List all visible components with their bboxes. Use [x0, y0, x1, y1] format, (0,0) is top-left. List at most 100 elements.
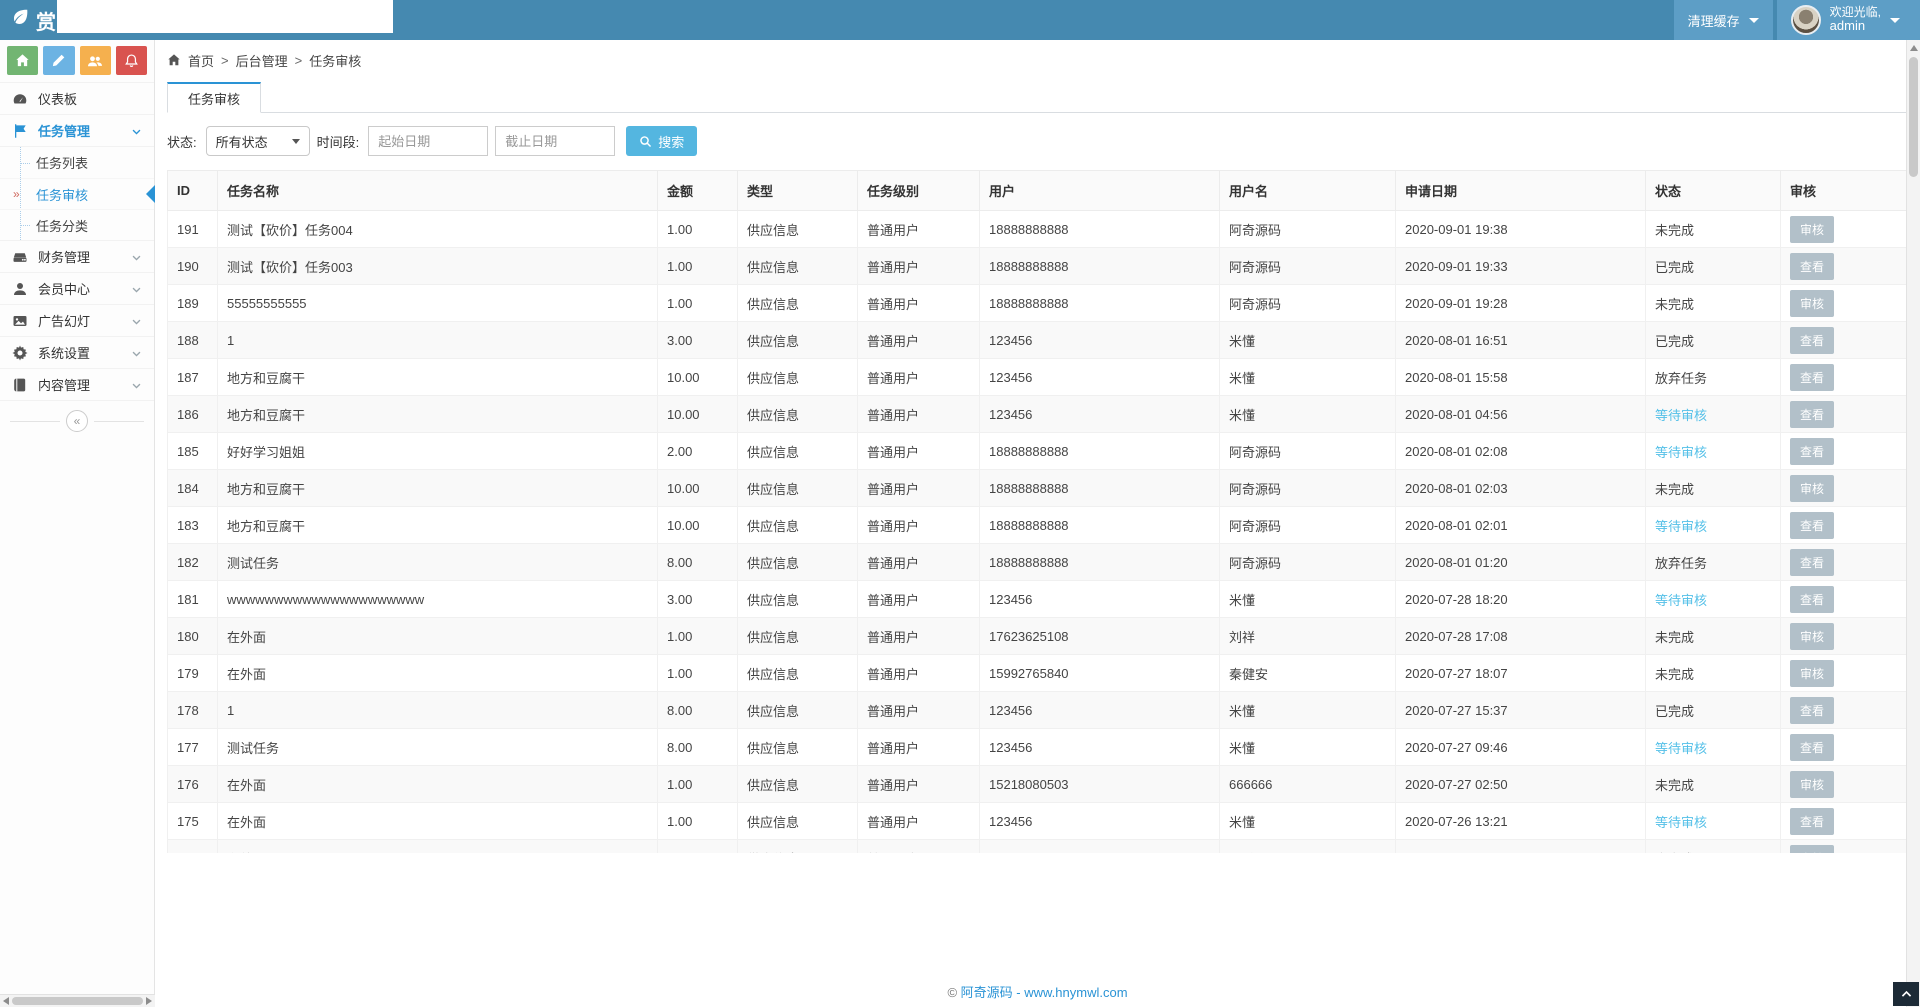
review-action-button[interactable]: 审核: [1790, 622, 1835, 650]
cell-task-name: wwwwwwwwwwwwwwwwwwwww: [217, 580, 658, 618]
table-row: 176 在外面 1.00 供应信息 普通用户 15218080503 66666…: [167, 765, 1908, 803]
avatar: [1790, 5, 1821, 35]
sidebar-item-dashboard[interactable]: 仪表板: [0, 82, 154, 114]
sidebar-item-task-list[interactable]: 任务列表: [0, 147, 154, 178]
home-shortcut-button[interactable]: [7, 46, 39, 75]
breadcrumb-home[interactable]: 首页: [188, 51, 214, 70]
topbar-search-input[interactable]: [57, 0, 393, 33]
cell-username: 米懂: [1219, 321, 1396, 359]
search-button[interactable]: 搜索: [626, 126, 698, 156]
cell-user: 15218080503: [979, 765, 1220, 803]
review-action-button[interactable]: 查看: [1790, 548, 1835, 576]
users-shortcut-button[interactable]: [79, 46, 111, 75]
cell-apply-date: 2020-07-26 13:21: [1395, 802, 1646, 840]
cell-id: 176: [167, 765, 218, 803]
cell-status: 等待审核: [1645, 802, 1781, 840]
scroll-left-arrow-icon[interactable]: [3, 997, 9, 1005]
cell-review: 审核: [1780, 284, 1908, 322]
sidebar-item-content[interactable]: 内容管理: [0, 368, 154, 400]
cell-id: 182: [167, 543, 218, 581]
table-row: 187 地方和豆腐干 10.00 供应信息 普通用户 123456 米懂 202…: [167, 358, 1908, 396]
book-icon: [12, 377, 28, 393]
cell-review: 审核: [1780, 765, 1908, 803]
start-date-input[interactable]: [368, 126, 489, 156]
scroll-right-arrow-icon[interactable]: [146, 997, 152, 1005]
status-select[interactable]: 所有状态: [205, 126, 310, 156]
topbar-right: 清理缓存 欢迎光临, admin: [1673, 0, 1920, 40]
cell-amount: 1.00: [657, 284, 738, 322]
cell-username: 秦健安: [1219, 654, 1396, 692]
notifications-shortcut-button[interactable]: [115, 46, 147, 75]
cell-type: 供应信息: [737, 321, 858, 359]
cell-apply-date: 2020-09-01 19:38: [1395, 210, 1646, 248]
footer-link[interactable]: 阿奇源码 - www.hnymwl.com: [961, 985, 1128, 1000]
cell-review: 审核: [1780, 469, 1908, 507]
edit-shortcut-button[interactable]: [43, 46, 75, 75]
review-action-button[interactable]: 审核: [1790, 659, 1835, 687]
review-action-button[interactable]: 查看: [1790, 733, 1835, 761]
review-action-button[interactable]: 查看: [1790, 326, 1835, 354]
chevron-down-icon: [131, 283, 142, 294]
review-action-button[interactable]: 查看: [1790, 807, 1835, 835]
cell-task-name: 测试任务: [217, 728, 658, 766]
cell-id: 190: [167, 247, 218, 285]
cell-username: 阿奇源码: [1219, 469, 1396, 507]
review-action-button[interactable]: 查看: [1790, 585, 1835, 613]
vertical-scrollbar[interactable]: [1906, 40, 1920, 1007]
chevron-down-icon: [131, 315, 142, 326]
breadcrumb-admin[interactable]: 后台管理: [236, 51, 288, 70]
review-action-button[interactable]: 查看: [1790, 696, 1835, 724]
sidebar-item-task-review[interactable]: » 任务审核: [0, 178, 155, 209]
sidebar-item-label: 广告幻灯: [38, 314, 91, 329]
cell-amount: 1.00: [657, 210, 738, 248]
horizontal-scrollbar[interactable]: [0, 994, 155, 1007]
review-action-button[interactable]: 审核: [1790, 215, 1835, 243]
scroll-up-arrow-icon[interactable]: [1910, 45, 1918, 51]
breadcrumb: 首页 > 后台管理 > 任务审核: [167, 40, 1908, 80]
sidebar-item-settings[interactable]: 系统设置: [0, 336, 154, 368]
sidebar-item-task-category[interactable]: 任务分类: [0, 209, 154, 240]
user-icon: [12, 281, 28, 297]
cell-level: 普通用户: [857, 395, 980, 433]
review-action-button[interactable]: 查看: [1790, 511, 1835, 539]
cell-amount: 2.00: [657, 432, 738, 470]
cell-status: 未完成: [1645, 210, 1781, 248]
review-action-button[interactable]: 审核: [1790, 474, 1835, 502]
cell-type: 供应信息: [737, 210, 858, 248]
table-row: 190 测试【砍价】任务003 1.00 供应信息 普通用户 188888888…: [167, 247, 1908, 285]
cell-review: 审核: [1780, 839, 1908, 853]
review-action-button[interactable]: 查看: [1790, 363, 1835, 391]
gauge-icon: [12, 91, 28, 107]
user-menu[interactable]: 欢迎光临, admin: [1776, 0, 1920, 40]
table-row: 177 测试任务 8.00 供应信息 普通用户 123456 米懂 2020-0…: [167, 728, 1908, 766]
back-to-top-button[interactable]: [1893, 982, 1919, 1006]
cell-amount: 10.00: [657, 506, 738, 544]
horizontal-scrollbar-thumb[interactable]: [12, 997, 143, 1005]
cell-apply-date: 2020-08-01 16:51: [1395, 321, 1646, 359]
chevron-down-icon: [131, 347, 142, 358]
main-content: 首页 > 后台管理 > 任务审核 任务审核 状态: 所有状态 时间段: 搜索: [155, 40, 1920, 1007]
end-date-input[interactable]: [495, 126, 616, 156]
sidebar-item-ads[interactable]: 广告幻灯: [0, 304, 154, 336]
vertical-scrollbar-thumb[interactable]: [1909, 57, 1918, 177]
cell-review: 查看: [1780, 247, 1908, 285]
review-action-button[interactable]: 查看: [1790, 252, 1835, 280]
status-filter-label: 状态:: [167, 134, 197, 150]
review-action-button[interactable]: 查看: [1790, 400, 1835, 428]
sidebar-item-members[interactable]: 会员中心: [0, 272, 154, 304]
cell-type: 供应信息: [737, 284, 858, 322]
review-action-button[interactable]: 审核: [1790, 844, 1835, 853]
cell-id: 188: [167, 321, 218, 359]
clear-cache-button[interactable]: 清理缓存: [1673, 0, 1773, 40]
leaf-icon: [10, 7, 30, 33]
sub-item-label: 任务分类: [36, 218, 89, 234]
review-action-button[interactable]: 查看: [1790, 437, 1835, 465]
review-action-button[interactable]: 审核: [1790, 770, 1835, 798]
sidebar-item-finance[interactable]: 财务管理: [0, 240, 154, 272]
sidebar-item-task-management[interactable]: 任务管理: [0, 114, 154, 146]
tab-task-review[interactable]: 任务审核: [167, 82, 262, 113]
welcome-text: 欢迎光临, admin: [1829, 4, 1881, 34]
sidebar-collapse-button[interactable]: «: [66, 410, 88, 432]
review-action-button[interactable]: 审核: [1790, 289, 1835, 317]
cell-user: 17162310500: [979, 839, 1220, 853]
